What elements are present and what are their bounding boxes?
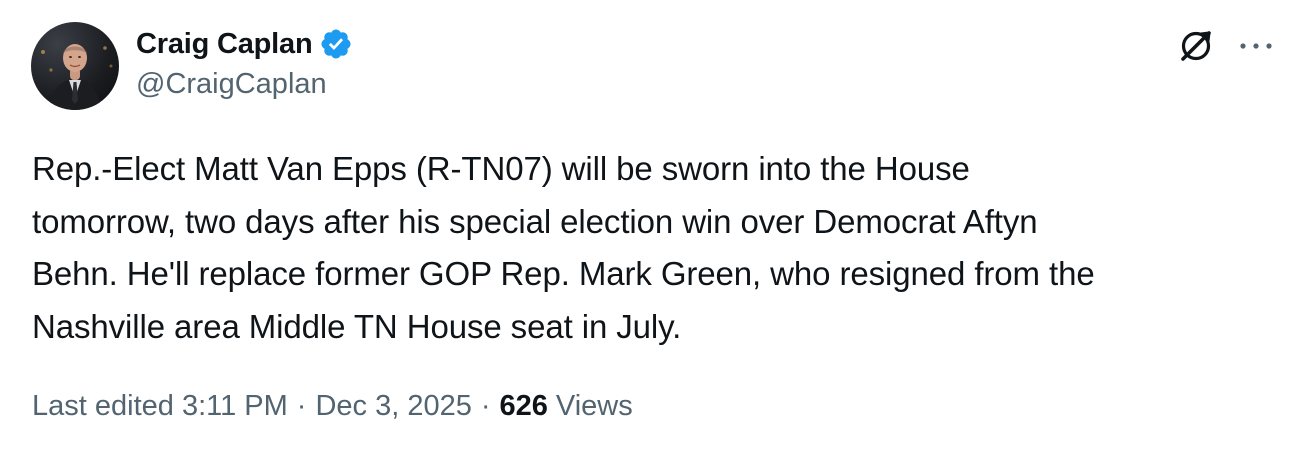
author-name-row: Craig Caplan	[136, 24, 353, 64]
meta-separator: ·	[296, 390, 307, 422]
tweet-card: Craig Caplan @CraigCaplan Rep.-Elect Mat…	[0, 0, 1300, 462]
tweet-text: Rep.-Elect Matt Van Epps (R-TN07) will b…	[32, 150, 1095, 345]
edited-timestamp-link[interactable]: Last edited 3:11 PM	[32, 390, 288, 423]
tweet-meta: Last edited 3:11 PM · Dec 3, 2025 · 626 …	[32, 390, 633, 423]
meta-separator: ·	[480, 390, 491, 422]
more-dots-icon[interactable]	[1236, 26, 1276, 66]
verified-badge-icon[interactable]	[319, 27, 353, 61]
avatar-photo	[41, 44, 113, 110]
views-count: 626	[499, 390, 548, 422]
author-handle[interactable]: @CraigCaplan	[136, 68, 327, 101]
grok-icon[interactable]	[1176, 26, 1216, 66]
avatar[interactable]	[31, 22, 119, 110]
views-label: Views	[555, 390, 633, 422]
tweet-date-link[interactable]: Dec 3, 2025	[315, 390, 471, 423]
author-display-name[interactable]: Craig Caplan	[136, 28, 313, 61]
